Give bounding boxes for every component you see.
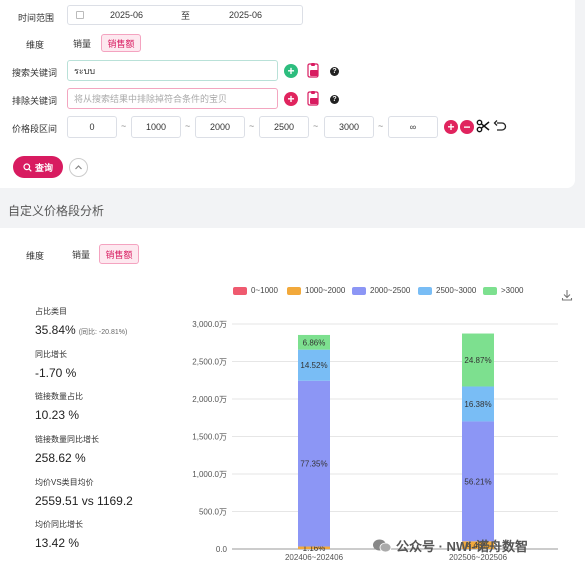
y-tick-label: 0.0 <box>216 545 228 554</box>
watermark: 公众号 · NWi-诺舟数智 <box>372 536 528 555</box>
y-tick-label: 2,000.0万 <box>192 395 227 404</box>
y-tick-label: 500.0万 <box>199 508 227 517</box>
bar-data-label: 56.21% <box>464 477 491 486</box>
y-tick-label: 3,000.0万 <box>192 320 227 329</box>
y-tick-label: 1,500.0万 <box>192 433 227 442</box>
y-tick-label: 2,500.0万 <box>192 358 227 367</box>
y-tick-label: 1,000.0万 <box>192 470 227 479</box>
bar-data-label: 77.35% <box>300 460 327 469</box>
bar-data-label: 24.87% <box>464 356 491 365</box>
bar-data-label: 6.86% <box>303 338 326 347</box>
bar-data-label: 16.38% <box>464 400 491 409</box>
bar-data-label: 14.52% <box>300 361 327 370</box>
stacked-bar-chart: 0.0 500.0万 1,000.0万 1,500.0万 2,000.0万 2,500.0… <box>192 320 558 562</box>
x-tick-label: 202406~202406 <box>285 553 344 562</box>
wechat-icon <box>373 539 392 552</box>
watermark-text: 公众号 · NWi-诺舟数智 <box>396 539 529 554</box>
